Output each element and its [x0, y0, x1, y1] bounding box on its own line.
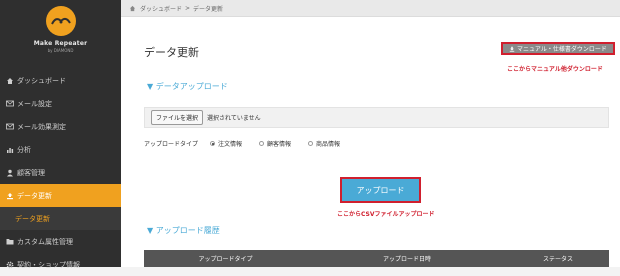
user-icon	[5, 168, 14, 177]
column-header-status: ステータス	[542, 256, 573, 263]
sidebar-item-label: データ更新	[15, 214, 50, 223]
upload-section-title: データアップロード	[155, 82, 228, 91]
upload-button[interactable]: アップロード	[340, 177, 421, 203]
upload-type-row: アップロードタイプ 注文情報 顧客情報 商品情報	[144, 139, 357, 148]
upload-section-header: ▼ データアップロード	[147, 81, 228, 92]
caret-down-icon: ▼	[147, 82, 154, 91]
sidebar-item-label: 顧客管理	[17, 168, 45, 177]
breadcrumb-current: データ更新	[193, 5, 224, 13]
logo-title: Make Repeater	[33, 40, 88, 47]
sidebar-item-analysis[interactable]: 分析	[0, 138, 121, 161]
sidebar-item-label: カスタム属性管理	[17, 237, 73, 246]
sidebar-item-dashboard[interactable]: ダッシュボード	[0, 69, 121, 92]
sidebar-subitem-data-update[interactable]: データ更新	[0, 207, 121, 230]
radio-product-info[interactable]: 商品情報	[308, 139, 340, 148]
sidebar-item-label: 契約・ショップ情報	[17, 260, 80, 269]
envelope-icon	[5, 99, 14, 108]
logo[interactable]: Make Repeater by DIAMOND	[0, 0, 121, 66]
radio-label: 商品情報	[316, 141, 341, 148]
manual-download-label: マニュアル・仕様書ダウンロード	[517, 46, 607, 53]
home-icon	[5, 76, 14, 85]
sidebar-item-label: 分析	[17, 145, 31, 154]
sidebar-nav: ダッシュボード メール設定 メール効果測定 分析 顧客管理 データ更新 データ更…	[0, 69, 121, 276]
radio-label: 顧客情報	[267, 141, 292, 148]
home-icon	[129, 5, 136, 12]
sidebar-item-customers[interactable]: 顧客管理	[0, 161, 121, 184]
upload-note: ここからCSVファイルアップロード	[337, 211, 435, 218]
sidebar-item-label: データ更新	[17, 191, 52, 200]
history-section-header: ▼ アップロード履歴	[147, 225, 220, 236]
main-area: ダッシュボード > データ更新 データ更新 マニュアル・仕様書ダウンロード ここ…	[121, 0, 620, 267]
file-select-button[interactable]: ファイルを選択	[151, 110, 204, 125]
content-panel: データ更新 マニュアル・仕様書ダウンロード ここからマニュアル他ダウンロード ▼…	[121, 17, 620, 267]
column-header-type: アップロードタイプ	[198, 256, 253, 263]
folder-icon	[5, 237, 14, 246]
gear-icon	[5, 260, 14, 269]
manual-note: ここからマニュアル他ダウンロード	[507, 66, 603, 73]
history-section-title: アップロード履歴	[155, 226, 220, 235]
sidebar-item-label: メール設定	[17, 99, 52, 108]
column-header-datetime: アップロード日時	[382, 256, 431, 263]
sidebar-item-data-update[interactable]: データ更新	[0, 184, 121, 207]
sidebar-item-label: ダッシュボード	[17, 76, 66, 85]
envelope-icon	[5, 122, 14, 131]
radio-label: 注文情報	[218, 141, 243, 148]
sidebar-item-mail-settings[interactable]: メール設定	[0, 92, 121, 115]
page-title: データ更新	[144, 46, 199, 59]
history-table-header: アップロードタイプ アップロード日時 ステータス	[144, 250, 609, 267]
logo-subtitle: by DIAMOND	[47, 48, 74, 53]
radio-button[interactable]	[210, 141, 216, 146]
sidebar-item-contract-shop[interactable]: 契約・ショップ情報	[0, 253, 121, 276]
file-select-box: ファイルを選択 選択されていません	[144, 107, 609, 128]
upload-icon	[5, 191, 14, 200]
breadcrumb: ダッシュボード > データ更新	[121, 0, 620, 17]
radio-order-info[interactable]: 注文情報	[210, 139, 242, 148]
breadcrumb-home[interactable]: ダッシュボード	[140, 4, 182, 13]
sidebar-item-custom-attributes[interactable]: カスタム属性管理	[0, 230, 121, 253]
caret-down-icon: ▼	[147, 226, 154, 235]
logo-bird-icon	[45, 6, 76, 36]
radio-button[interactable]	[259, 141, 265, 146]
app-window: Make Repeater by DIAMOND ダッシュボード メール設定 メ…	[0, 0, 620, 269]
file-status: 選択されていません	[207, 115, 261, 122]
radio-customer-info[interactable]: 顧客情報	[259, 139, 291, 148]
bar-chart-icon	[5, 145, 14, 154]
manual-download-button[interactable]: マニュアル・仕様書ダウンロード	[501, 42, 615, 55]
download-icon	[509, 46, 515, 52]
sidebar-item-label: メール効果測定	[17, 122, 66, 131]
sidebar: Make Repeater by DIAMOND ダッシュボード メール設定 メ…	[0, 0, 121, 269]
breadcrumb-separator: >	[185, 4, 191, 12]
radio-button[interactable]	[308, 141, 314, 146]
upload-type-label: アップロードタイプ	[144, 141, 199, 148]
sidebar-item-mail-effect[interactable]: メール効果測定	[0, 115, 121, 138]
